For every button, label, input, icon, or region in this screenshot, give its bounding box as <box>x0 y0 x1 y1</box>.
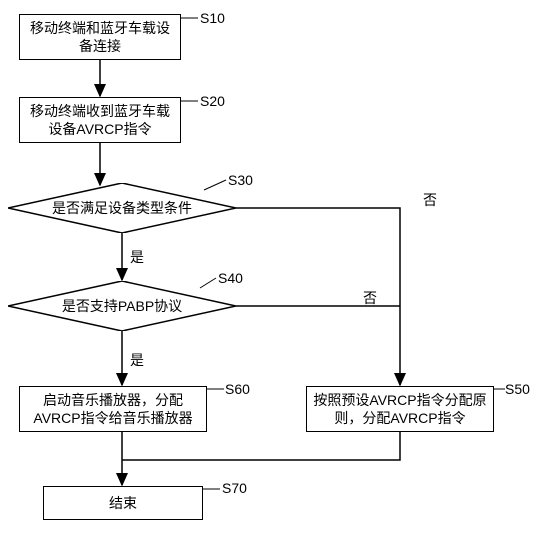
step-s60-id: S60 <box>225 381 250 397</box>
step-s10: 移动终端和蓝牙车载设备连接 <box>19 14 181 60</box>
step-s10-text: 移动终端和蓝牙车载设备连接 <box>26 19 174 55</box>
flowchart: 移动终端和蓝牙车载设备连接 S10 移动终端收到蓝牙车载设备AVRCP指令 S2… <box>0 0 539 541</box>
step-s20-text: 移动终端收到蓝牙车载设备AVRCP指令 <box>26 102 174 138</box>
edge-s30-yes: 是 <box>130 247 144 267</box>
edge-s40-no: 否 <box>363 288 377 308</box>
step-s40-id: S40 <box>218 270 243 286</box>
step-s60: 启动音乐播放器，分配AVRCP指令给音乐播放器 <box>19 386 207 432</box>
step-s50-id: S50 <box>505 381 530 397</box>
decision-s40-text: 是否支持PABP协议 <box>62 296 182 316</box>
edge-s30-no: 否 <box>423 190 437 210</box>
step-s70: 结束 <box>43 486 203 520</box>
decision-s30: 是否满足设备类型条件 <box>8 183 236 233</box>
step-s60-text: 启动音乐播放器，分配AVRCP指令给音乐播放器 <box>26 391 200 427</box>
decision-s30-text: 是否满足设备类型条件 <box>52 198 192 218</box>
step-s70-id: S70 <box>222 480 247 496</box>
connectors <box>0 0 539 541</box>
step-s20: 移动终端收到蓝牙车载设备AVRCP指令 <box>19 97 181 143</box>
step-s30-id: S30 <box>228 172 253 188</box>
step-s10-id: S10 <box>200 10 225 26</box>
decision-s40: 是否支持PABP协议 <box>8 281 236 331</box>
step-s20-id: S20 <box>200 93 225 109</box>
step-s50-text: 按照预设AVRCP指令分配原则，分配AVRCP指令 <box>313 391 487 427</box>
step-s50: 按照预设AVRCP指令分配原则，分配AVRCP指令 <box>306 386 494 432</box>
edge-s40-yes: 是 <box>130 350 144 370</box>
step-s70-text: 结束 <box>109 494 137 512</box>
